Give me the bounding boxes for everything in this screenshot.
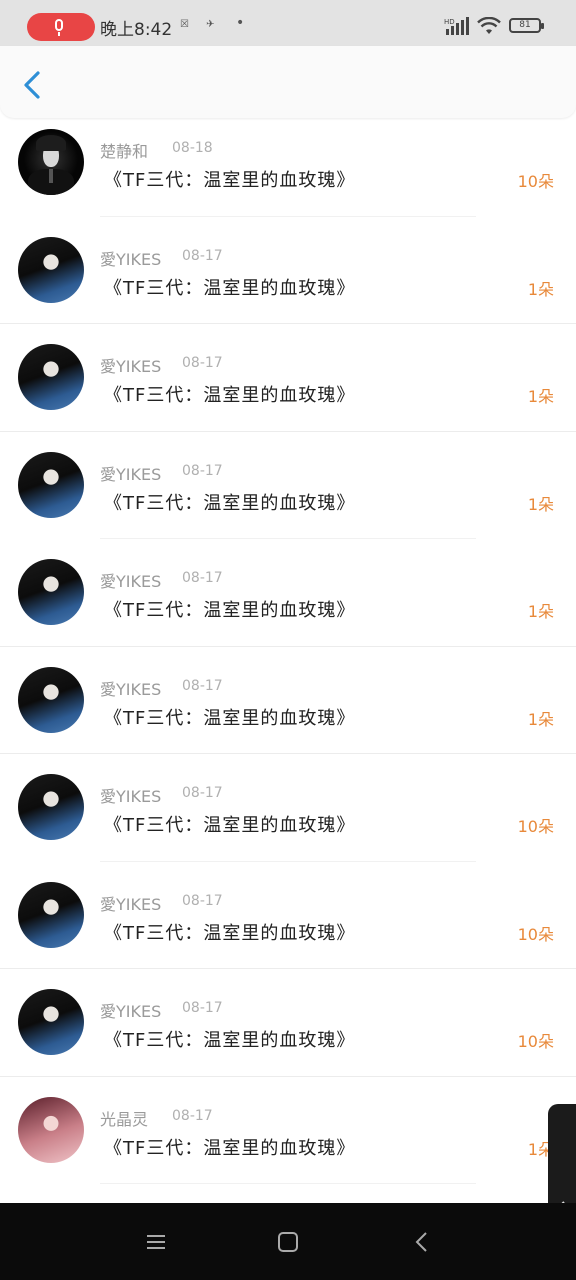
sender-name: 愛YIKES: [100, 787, 162, 806]
back-button[interactable]: [18, 68, 46, 102]
avatar[interactable]: [18, 451, 84, 518]
send-date: 08-17: [172, 1107, 213, 1124]
book-title: 《TF三代：温室里的血玫瑰》: [104, 1137, 356, 1159]
send-date: 08-17: [182, 1000, 223, 1016]
flower-count: 10朵: [517, 924, 554, 944]
avatar[interactable]: [18, 1096, 84, 1163]
notification-icon: ☒: [180, 19, 189, 30]
list-item[interactable]: 愛YIKES 08-17 《TF三代：温室里的血玫瑰》 10朵: [0, 765, 576, 872]
book-title: 《TF三代：温室里的血玫瑰》: [104, 707, 356, 729]
send-date: 08-17: [182, 462, 223, 479]
book-title: 《TF三代：温室里的血玫瑰》: [104, 385, 356, 406]
flower-count: 10朵: [517, 172, 554, 191]
list-item[interactable]: 愛YIKES 08-17 《TF三代：温室里的血玫瑰》 1朵: [0, 658, 576, 765]
menu-icon: [147, 1235, 165, 1249]
status-time: 晚上8:42: [100, 20, 173, 40]
sender-name: 光晶灵: [100, 1109, 149, 1129]
row-divider: [100, 860, 476, 862]
book-title: 《TF三代：温室里的血玫瑰》: [104, 815, 356, 836]
sender-name: 愛YIKES: [100, 1002, 162, 1021]
send-date: 08-17: [182, 677, 223, 694]
row-divider: [0, 753, 576, 754]
system-navigation-bar: [0, 1203, 576, 1280]
flower-count: 1朵: [527, 602, 554, 621]
book-title: 《TF三代：温室里的血玫瑰》: [104, 492, 356, 514]
avatar[interactable]: [18, 344, 84, 410]
send-date: 08-17: [182, 570, 223, 586]
sender-name: 愛YIKES: [100, 894, 162, 914]
top-app-bar: [0, 46, 576, 118]
menu-button[interactable]: [143, 1229, 169, 1255]
wifi-icon: [477, 17, 501, 34]
notification-dot: •: [236, 15, 245, 31]
row-divider: [0, 323, 576, 324]
flower-count: 1朵: [527, 387, 554, 406]
book-title: 《TF三代：温室里的血玫瑰》: [104, 277, 356, 299]
avatar[interactable]: [18, 559, 84, 625]
row-divider: [100, 215, 476, 217]
flower-count: 1朵: [527, 279, 554, 299]
row-divider: [0, 645, 576, 647]
avatar[interactable]: [18, 129, 84, 195]
row-divider: [0, 968, 576, 969]
sender-name: 愛YIKES: [100, 464, 162, 484]
list-item[interactable]: 愛YIKES 08-17 《TF三代：温室里的血玫瑰》 1朵: [0, 335, 576, 442]
row-divider: [100, 1183, 476, 1184]
avatar[interactable]: [18, 666, 84, 733]
back-triangle-icon: [415, 1232, 427, 1252]
recording-indicator[interactable]: [27, 13, 95, 41]
row-divider: [0, 1075, 576, 1077]
list-item[interactable]: 愛YIKES 08-17 《TF三代：温室里的血玫瑰》 1朵: [0, 550, 576, 657]
notification-icon: ✈: [206, 19, 215, 30]
microphone-icon: [55, 19, 63, 31]
flower-count: 10朵: [517, 1032, 554, 1051]
sender-name: 楚静和: [100, 142, 149, 161]
avatar[interactable]: [18, 774, 84, 840]
book-title: 《TF三代：温室里的血玫瑰》: [104, 170, 356, 191]
signal-icon: HD: [444, 17, 469, 35]
send-date: 08-17: [182, 785, 223, 801]
list-item[interactable]: 楚静和 08-18 《TF三代：温室里的血玫瑰》 10朵: [0, 120, 576, 227]
back-nav-button[interactable]: [409, 1229, 435, 1255]
home-square-icon: [278, 1232, 298, 1252]
flower-count: 1朵: [527, 709, 554, 729]
network-label: HD: [444, 18, 455, 26]
send-date: 08-18: [172, 140, 213, 156]
row-divider: [0, 430, 576, 432]
sender-name: 愛YIKES: [100, 249, 162, 269]
sender-name: 愛YIKES: [100, 357, 162, 376]
book-title: 《TF三代：温室里的血玫瑰》: [104, 600, 356, 621]
flower-count: 1朵: [527, 494, 554, 514]
list-item[interactable]: 光晶灵 08-17 《TF三代：温室里的血玫瑰》 1朵: [0, 1088, 576, 1195]
send-date: 08-17: [182, 355, 223, 371]
list-item[interactable]: 愛YIKES 08-17 《TF三代：温室里的血玫瑰》 1朵: [0, 443, 576, 550]
sender-name: 愛YIKES: [100, 679, 162, 699]
home-button[interactable]: [275, 1229, 301, 1255]
avatar[interactable]: [18, 236, 84, 303]
avatar[interactable]: [18, 989, 84, 1055]
list-item[interactable]: 愛YIKES 08-17 《TF三代：温室里的血玫瑰》 10朵: [0, 873, 576, 980]
list-item[interactable]: 愛YIKES 08-17 《TF三代：温室里的血玫瑰》 1朵: [0, 228, 576, 335]
list-item[interactable]: 愛YIKES 08-17 《TF三代：温室里的血玫瑰》 10朵: [0, 980, 576, 1087]
flower-count: 10朵: [517, 817, 554, 836]
book-title: 《TF三代：温室里的血玫瑰》: [104, 922, 356, 944]
avatar[interactable]: [18, 881, 84, 948]
status-bar: 晚上8:42 ☒ ✈ • HD 81: [0, 0, 576, 46]
row-divider: [100, 538, 476, 539]
book-title: 《TF三代：温室里的血玫瑰》: [104, 1030, 356, 1051]
sender-name: 愛YIKES: [100, 572, 162, 591]
send-date: 08-17: [182, 247, 223, 264]
send-date: 08-17: [182, 892, 223, 909]
battery-icon: 81: [509, 18, 544, 33]
